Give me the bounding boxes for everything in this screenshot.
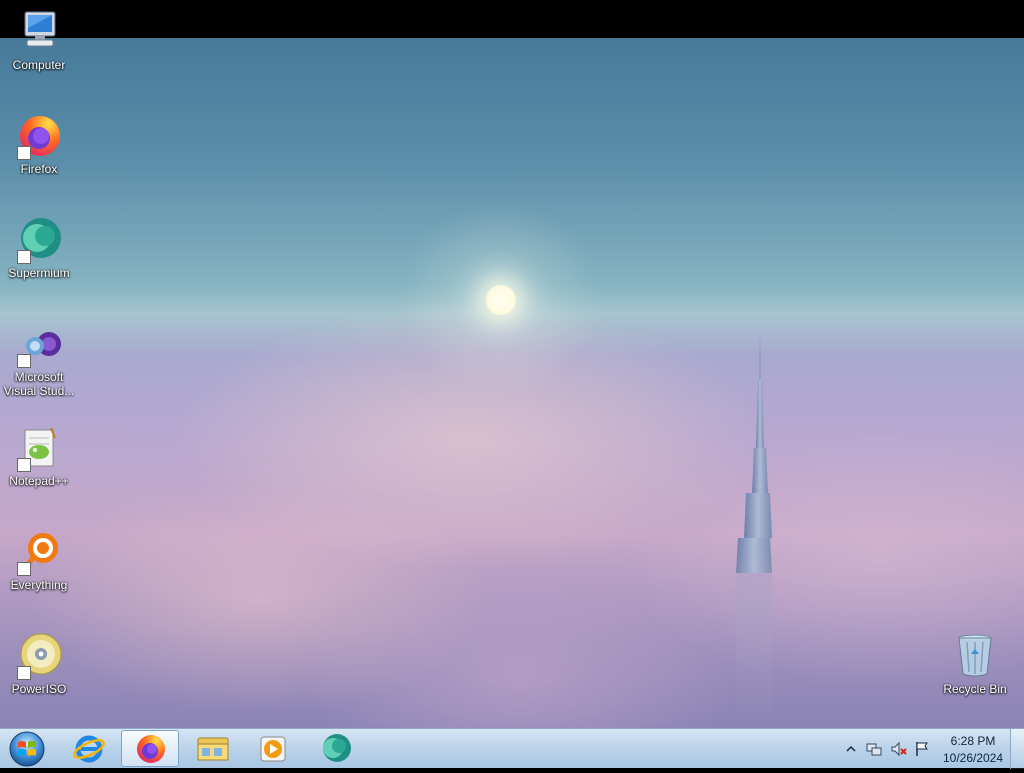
poweriso-icon (15, 632, 63, 680)
taskbar-media-player[interactable] (244, 730, 302, 767)
network-tray-button[interactable] (866, 741, 882, 757)
firefox-icon (137, 735, 165, 763)
media-player-icon (260, 736, 286, 762)
everything-icon (15, 528, 63, 576)
shortcut-arrow-icon (17, 666, 31, 680)
desktop-icon-label: Notepad++ (9, 474, 69, 488)
file-explorer-icon (197, 737, 229, 761)
taskbar-file-explorer[interactable] (184, 730, 242, 767)
action-center-tray-button[interactable] (914, 741, 930, 757)
show-hidden-icons-button[interactable] (843, 741, 859, 757)
taskbar-internet-explorer[interactable] (60, 730, 118, 767)
sun (486, 285, 516, 315)
visual-studio-icon (15, 320, 63, 368)
shortcut-arrow-icon (17, 146, 31, 160)
action-center-flag-icon (916, 742, 928, 756)
desktop-icon-label: Recycle Bin (943, 682, 1007, 696)
desktop-icon-everything[interactable]: Everything (1, 528, 77, 592)
chevron-up-icon (846, 745, 856, 752)
recycle-bin-icon (951, 632, 999, 680)
taskbar: 6:28 PM 10/26/2024 (0, 728, 1024, 769)
desktop-icon-poweriso[interactable]: PowerISO (1, 632, 77, 696)
shortcut-arrow-icon (17, 458, 31, 472)
desktop-icon-label: Microsoft Visual Stud... (3, 370, 75, 398)
skyscraper-tower (736, 328, 772, 728)
firefox-icon (15, 112, 63, 160)
supermium-icon (15, 216, 63, 264)
desktop-icon-notepadplusplus[interactable]: Notepad++ (1, 424, 77, 488)
internet-explorer-icon (73, 735, 105, 763)
shortcut-arrow-icon (17, 562, 31, 576)
desktop-wallpaper[interactable] (0, 38, 1024, 728)
computer-icon (15, 8, 63, 56)
show-desktop-button[interactable] (1010, 729, 1024, 769)
desktop-icon-computer[interactable]: Computer (1, 8, 77, 72)
desktop-icon-recycle-bin[interactable]: Recycle Bin (937, 632, 1013, 696)
clock-date[interactable]: 10/26/2024 (938, 751, 1008, 765)
desktop-icon-label: Everything (10, 578, 68, 592)
desktop-icon-label: Supermium (8, 266, 70, 280)
windows-start-icon (9, 731, 45, 767)
desktop-icon-supermium[interactable]: Supermium (1, 216, 77, 280)
top-black-bar (0, 0, 1024, 38)
volume-tray-button[interactable] (891, 741, 907, 757)
volume-muted-icon (891, 741, 907, 757)
desktop-icon-firefox[interactable]: Firefox (1, 112, 77, 176)
notepadplusplus-icon (15, 424, 63, 472)
desktop-icon-visual-studio[interactable]: Microsoft Visual Stud... (1, 320, 77, 398)
start-button[interactable] (6, 731, 48, 767)
clock-time[interactable]: 6:28 PM (938, 734, 1008, 748)
desktop-icon-label: Firefox (20, 162, 58, 176)
taskbar-supermium[interactable] (306, 730, 364, 767)
network-icon (866, 743, 882, 756)
supermium-icon (323, 734, 351, 762)
desktop-icon-label: PowerISO (11, 682, 67, 696)
shortcut-arrow-icon (17, 354, 31, 368)
shortcut-arrow-icon (17, 250, 31, 264)
desktop-icon-label: Computer (12, 58, 66, 72)
taskbar-firefox[interactable] (121, 730, 179, 767)
